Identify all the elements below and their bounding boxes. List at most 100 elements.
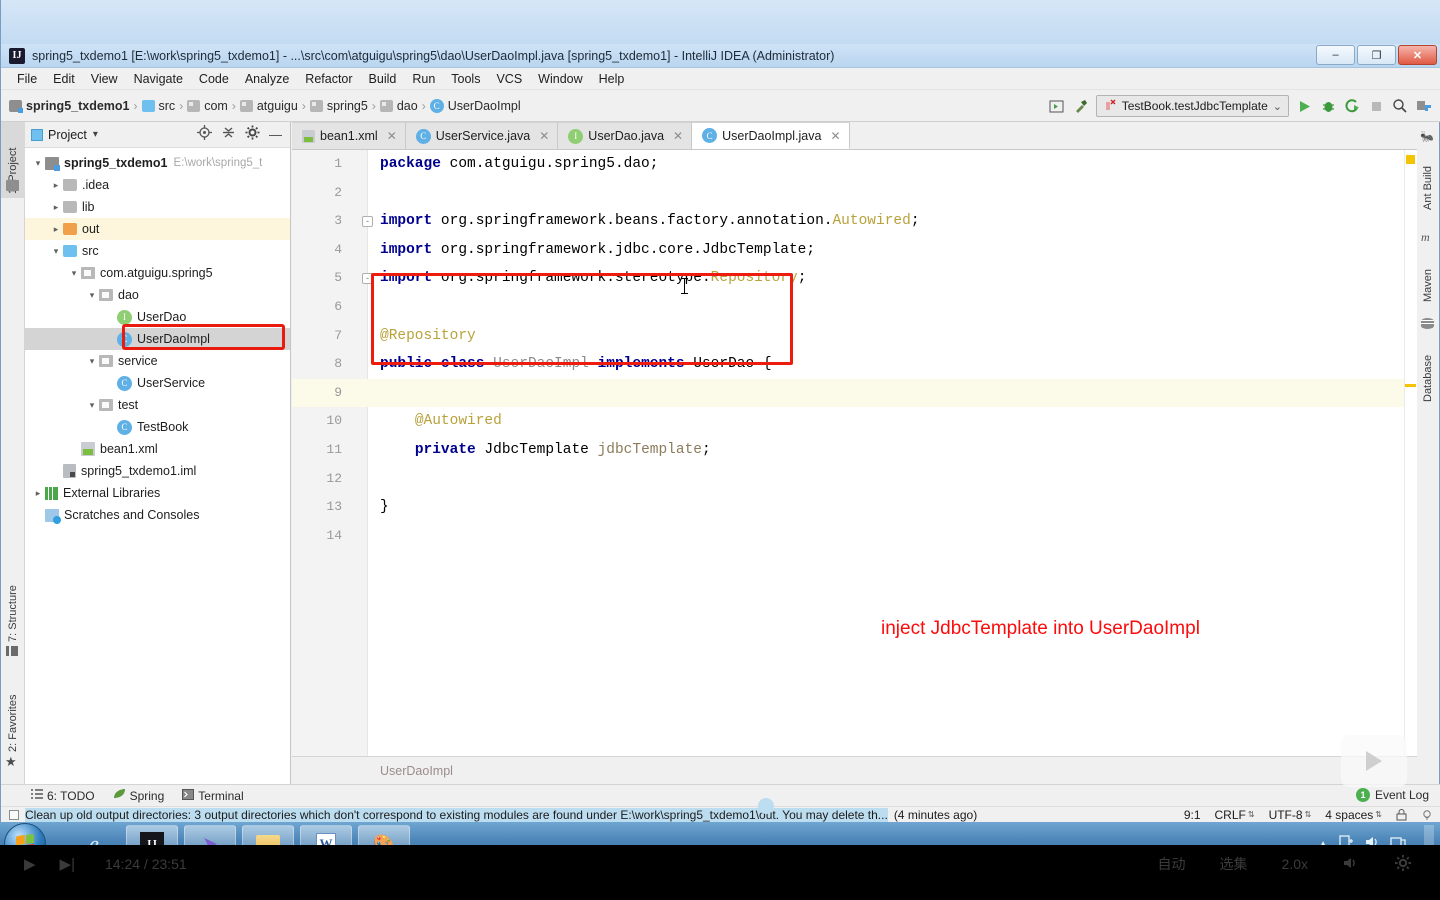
code-line[interactable]: 9	[292, 378, 1417, 408]
code-line[interactable]: 13}	[292, 493, 1417, 522]
chevron-right-icon[interactable]: ▸	[49, 180, 63, 191]
code-line[interactable]: 2	[292, 179, 1417, 208]
code-line[interactable]: 12	[292, 465, 1417, 494]
code-line[interactable]: 1 package com.atguigu.spring5.dao;	[292, 150, 1417, 179]
tree-node-test[interactable]: ▾ test	[25, 394, 290, 416]
code-fold-icon[interactable]: -	[362, 216, 373, 228]
menu-item-help[interactable]: Help	[591, 70, 633, 88]
stop-icon[interactable]	[1367, 97, 1385, 115]
lock-icon[interactable]	[1396, 808, 1407, 821]
code-line[interactable]: 3 - import org.springframework.beans.facto…	[292, 207, 1417, 236]
tree-node-userservice[interactable]: C UserService	[25, 372, 290, 394]
next-icon[interactable]: ▶|	[60, 855, 75, 873]
chevron-down-icon[interactable]: ▾	[93, 129, 98, 140]
menu-item-tools[interactable]: Tools	[443, 70, 488, 88]
editor-tab-bean1-xml[interactable]: bean1.xml ✕	[292, 122, 406, 149]
sidebar-item-structure[interactable]: 7: Structure	[1, 562, 25, 646]
code-line[interactable]: 11 private JdbcTemplate jdbcTemplate;	[292, 436, 1417, 465]
breadcrumb-item-spring5[interactable]: spring5	[327, 99, 368, 113]
chevron-down-icon[interactable]: ▾	[31, 158, 45, 169]
menu-item-refactor[interactable]: Refactor	[297, 70, 360, 88]
code-line[interactable]: 14	[292, 522, 1417, 551]
floating-play-button[interactable]	[1341, 735, 1407, 787]
tree-node-scratches-and-consoles[interactable]: Scratches and Consoles	[25, 504, 290, 526]
close-icon[interactable]: ✕	[830, 129, 840, 143]
code-lines[interactable]: 1 package com.atguigu.spring5.dao; 2 3- impo…	[292, 150, 1417, 756]
code-line[interactable]: 7 @Repository	[292, 322, 1417, 351]
tree-node-com-atguigu-spring5[interactable]: ▾ com.atguigu.spring5	[25, 262, 290, 284]
breadcrumb-item-src[interactable]: src	[159, 99, 176, 113]
video-episode-list[interactable]: 选集	[1220, 854, 1248, 874]
menu-item-code[interactable]: Code	[191, 70, 237, 88]
chevron-right-icon[interactable]: ▸	[49, 202, 63, 213]
tree-node-userdaoimpl[interactable]: C UserDaoImpl	[25, 328, 290, 350]
tree-node-src[interactable]: ▾ src	[25, 240, 290, 262]
sidebar-item-favorites[interactable]: 2: Favorites	[1, 670, 25, 756]
modified-line-marker[interactable]	[1405, 384, 1416, 387]
chevron-down-icon[interactable]: ▾	[85, 400, 99, 411]
tree-node-spring5-txdemo1[interactable]: ▾ spring5_txdemo1 E:\work\spring5_t	[25, 152, 290, 174]
menu-item-analyze[interactable]: Analyze	[237, 70, 297, 88]
video-auto-quality[interactable]: 自动	[1158, 854, 1186, 874]
close-icon[interactable]: ✕	[673, 129, 683, 143]
collapse-all-icon[interactable]	[221, 125, 236, 145]
caret-position[interactable]: 9:1	[1184, 808, 1201, 822]
tree-node-dao[interactable]: ▾ dao	[25, 284, 290, 306]
code-line[interactable]: 8 public class UserDaoImpl implements Use…	[292, 350, 1417, 379]
run-with-coverage-icon[interactable]	[1343, 97, 1361, 115]
select-in-icon[interactable]	[1048, 97, 1066, 115]
breadcrumb-item-userdaoimpl[interactable]: UserDaoImpl	[448, 99, 521, 113]
editor-tab-userdaoimpl-java[interactable]: C UserDaoImpl.java ✕	[692, 122, 850, 149]
tree-node-testbook[interactable]: C TestBook	[25, 416, 290, 438]
chevron-down-icon[interactable]: ⌄	[1273, 100, 1282, 113]
code-editor[interactable]: 1 package com.atguigu.spring5.dao; 2 3- impo…	[292, 150, 1417, 756]
close-icon[interactable]: ✕	[539, 129, 549, 143]
tree-node-spring5-txdemo1-iml[interactable]: spring5_txdemo1.iml	[25, 460, 290, 482]
chevron-down-icon[interactable]: ▾	[85, 290, 99, 301]
code-fold-icon[interactable]: -	[362, 273, 373, 285]
tree-node-lib[interactable]: ▸ lib	[25, 196, 290, 218]
tree-node-service[interactable]: ▾ service	[25, 350, 290, 372]
sidebar-item-ant-build[interactable]: Ant Build	[1416, 146, 1440, 214]
code-line[interactable]: 5 - import org.springframework.stereotype.…	[292, 264, 1417, 293]
tool-window-todo[interactable]: 6: TODO	[31, 789, 95, 803]
inspections-icon[interactable]	[1421, 809, 1433, 821]
tree-node-bean1-xml[interactable]: bean1.xml	[25, 438, 290, 460]
play-icon[interactable]: ▶	[24, 855, 36, 873]
chevron-down-icon[interactable]: ▾	[85, 356, 99, 367]
file-encoding[interactable]: UTF-8 ⇅	[1269, 808, 1312, 822]
tree-node--idea[interactable]: ▸ .idea	[25, 174, 290, 196]
close-button[interactable]: ✕	[1398, 45, 1437, 65]
tool-window-spring[interactable]: Spring	[113, 788, 164, 803]
tool-window-terminal[interactable]: Terminal	[182, 788, 244, 803]
menu-item-edit[interactable]: Edit	[45, 70, 83, 88]
menu-item-vcs[interactable]: VCS	[488, 70, 530, 88]
menu-item-run[interactable]: Run	[404, 70, 443, 88]
menu-item-navigate[interactable]: Navigate	[126, 70, 191, 88]
status-message[interactable]: Clean up old output directories: 3 outpu…	[9, 807, 977, 822]
tree-node-external-libraries[interactable]: ▸ External Libraries	[25, 482, 290, 504]
maximize-button[interactable]: ❐	[1357, 45, 1396, 65]
run-icon[interactable]	[1295, 97, 1313, 115]
settings-icon[interactable]	[245, 125, 260, 145]
chevron-right-icon[interactable]: ▸	[49, 224, 63, 235]
breadcrumb-item-com[interactable]: com	[204, 99, 228, 113]
menu-item-view[interactable]: View	[83, 70, 126, 88]
video-speed[interactable]: 2.0x	[1282, 856, 1308, 872]
debug-icon[interactable]	[1319, 97, 1337, 115]
breadcrumb-item-dao[interactable]: dao	[397, 99, 418, 113]
editor-tab-userdao-java[interactable]: I UserDao.java ✕	[558, 122, 693, 149]
chevron-down-icon[interactable]: ▾	[49, 246, 63, 257]
chevron-down-icon[interactable]: ▾	[67, 268, 81, 279]
code-line[interactable]: 10 @Autowired	[292, 407, 1417, 436]
breadcrumb-item-atguigu[interactable]: atguigu	[257, 99, 298, 113]
indent-setting[interactable]: 4 spaces ⇅	[1325, 808, 1382, 822]
hide-icon[interactable]: —	[269, 128, 282, 141]
code-line[interactable]: 4 import org.springframework.jdbc.core.Jd…	[292, 236, 1417, 265]
editor-tab-userservice-java[interactable]: C UserService.java ✕	[405, 122, 559, 149]
editor-scrollbar[interactable]	[1404, 150, 1417, 756]
volume-icon[interactable]	[1342, 855, 1360, 874]
project-structure-icon[interactable]	[1415, 97, 1433, 115]
minimize-button[interactable]: –	[1316, 45, 1355, 65]
menu-item-file[interactable]: File	[9, 70, 45, 88]
